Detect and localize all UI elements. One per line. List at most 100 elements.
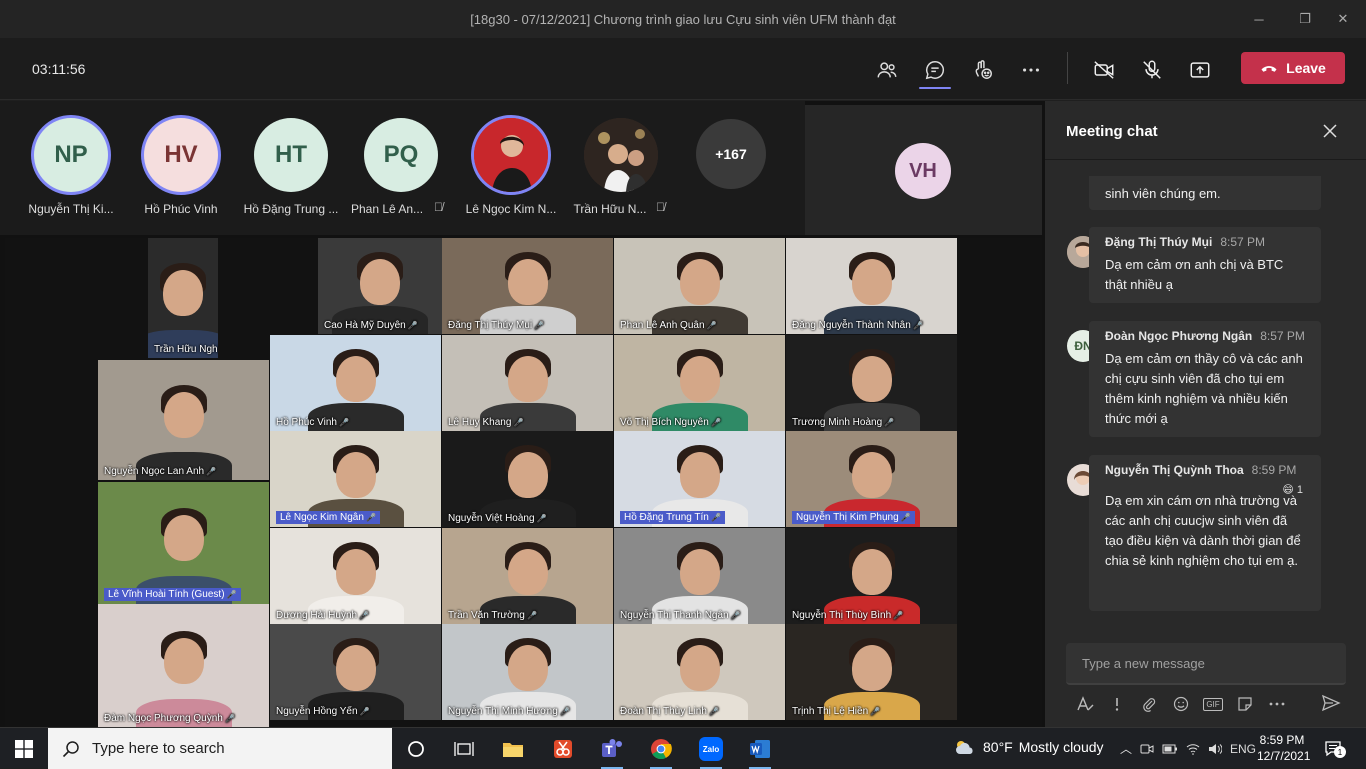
gif-icon[interactable]: GIF [1197,693,1229,715]
video-tile[interactable]: Trịnh Thị Lệ Hiền [786,624,957,720]
video-tile[interactable]: Nguyễn Việt Hoàng [442,431,613,527]
person-face [335,645,376,692]
message-composer[interactable] [1066,643,1346,685]
tile-caption: Nguyễn Thị Thùy Bình [792,610,903,621]
tile-caption: Đặng Thị Thúy Mụi [448,320,544,331]
participant-name: Phan Lê An... [350,202,424,216]
roster-person[interactable]: HT Hồ Đặng Trung ... [236,118,346,228]
chrome-icon[interactable] [646,734,676,769]
teams-icon[interactable] [597,734,627,769]
more-icon[interactable] [1261,693,1293,715]
sticker-icon[interactable] [1229,693,1261,715]
close-icon [1323,124,1337,138]
urgent-icon[interactable] [1101,693,1133,715]
wifi-icon[interactable] [1186,743,1200,755]
more-participants-button[interactable]: +167 [696,119,766,189]
person-face [335,549,376,596]
video-tile[interactable]: Nguyễn Thị Thùy Bình [786,528,957,624]
participants-icon[interactable] [874,57,900,83]
video-tile[interactable]: Nguyễn Hồng Yến [270,624,441,720]
video-tile[interactable]: Lê Huy Khang [442,335,613,431]
leave-label: Leave [1286,60,1326,76]
video-tile[interactable]: Đoàn Thị Thùy Linh [614,624,785,720]
windows-taskbar: Type here to search Zalo 80°F Mostly clo… [0,727,1366,769]
minimize-button[interactable]: ─ [1236,0,1282,38]
cortana-icon[interactable] [401,734,431,764]
reactions-icon[interactable] [970,57,996,83]
file-explorer-icon[interactable] [498,734,528,764]
attach-icon[interactable] [1133,693,1165,715]
video-tile[interactable]: Phan Lê Anh Quân [614,238,785,334]
snipping-tool-icon[interactable] [548,734,578,764]
close-window-button[interactable]: ✕ [1320,0,1366,38]
chat-icon[interactable] [922,57,948,83]
featured-participant-tile[interactable]: VH [805,105,1042,235]
roster-person[interactable]: NP Nguyễn Thị Ki... [16,118,126,228]
roster-person[interactable]: Lê Ngọc Kim N... [456,118,566,228]
tile-caption: Trần Hữu Nghị [154,344,218,355]
video-tile[interactable]: Lê Ngọc Kim Ngân [270,431,441,527]
share-icon[interactable] [1187,57,1213,83]
video-tile[interactable]: Võ Thị Bích Nguyên [614,335,785,431]
participant-roster: NP Nguyễn Thị Ki... HV Hồ Phúc Vinh HT H… [0,101,805,235]
participant-name: Lê Ngọc Kim N... [465,202,557,216]
weather-widget[interactable]: 80°F Mostly cloudy [953,738,1104,756]
start-button[interactable] [0,728,48,769]
mic-off-icon[interactable] [1139,57,1165,83]
format-icon[interactable] [1069,693,1101,715]
video-tile[interactable]: Nguyễn Thị Thanh Ngân [614,528,785,624]
shared-video: Trần Hữu Nghị Cao Hà Mỹ Duyên Đặng Thị Thú… [5,238,1042,727]
tile-caption: Lê Huy Khang [448,417,524,428]
message-reaction[interactable]: 😄 1 [1282,483,1303,496]
taskbar-clock[interactable]: 8:59 PM 12/7/2021 [1257,732,1310,764]
video-tile[interactable]: Đàm Ngọc Phương Quỳnh [98,604,269,727]
title-bar: [18g30 - 07/12/2021] Chương trình giao l… [0,0,1366,38]
roster-person[interactable]: PQ Phan Lê An... 🎙̸ [346,118,456,228]
video-tile[interactable]: Trần Hữu Nghị [148,238,218,358]
tile-caption: Nguyễn Ngọc Lan Anh [104,466,216,477]
video-tile[interactable]: Nguyễn Ngọc Lan Anh [98,360,269,480]
tile-caption: Đoàn Thị Thùy Linh [620,706,719,717]
roster-person[interactable]: HV Hồ Phúc Vinh [126,118,236,228]
video-tile[interactable]: Nguyễn Thị Minh Hương [442,624,613,720]
chat-message-list[interactable]: sinh viên chúng em. Đặng Thị Thúy Mụi 8:5… [1045,176,1366,632]
video-tile[interactable]: Lê Vĩnh Hoài Tính (Guest) [98,482,269,604]
message-input[interactable] [1082,655,1330,671]
video-tile[interactable]: Cao Hà Mỹ Duyên [318,238,442,334]
zalo-icon[interactable]: Zalo [696,734,726,769]
mic-off-icon: 🎙̸ [656,200,665,214]
tile-caption: Trịnh Thị Lệ Hiền [792,706,880,717]
avatar: HV [144,118,218,192]
volume-icon[interactable] [1208,743,1223,755]
window-title: [18g30 - 07/12/2021] Chương trình giao l… [470,11,896,27]
windows-logo-icon [15,739,33,758]
taskbar-search[interactable]: Type here to search [48,728,392,769]
message-body: Dạ em xin cám ơn nhà trường và các anh c… [1105,493,1301,568]
video-tile[interactable]: Nguyễn Thị Kim Phụng [786,431,957,527]
language-indicator[interactable]: ENG [1230,742,1256,756]
tile-caption: Nguyễn Thị Thanh Ngân [620,610,741,621]
video-tile[interactable]: Hồ Phúc Vinh [270,335,441,431]
video-tile[interactable]: Hồ Đặng Trung Tín [614,431,785,527]
more-icon[interactable] [1018,57,1044,83]
camera-off-icon[interactable] [1091,57,1117,83]
word-icon[interactable] [745,734,775,769]
task-view-icon[interactable] [449,734,479,764]
roster-person[interactable]: Trần Hữu N... 🎙̸ [566,118,676,228]
send-button[interactable] [1321,693,1343,715]
close-chat-button[interactable] [1319,120,1341,142]
chevron-up-icon[interactable]: ︿ [1120,740,1132,757]
leave-button[interactable]: Leave [1241,52,1345,84]
chat-title: Meeting chat [1066,123,1158,140]
battery-icon[interactable] [1162,743,1178,755]
video-tile[interactable]: Đặng Thị Thúy Mụi [442,238,613,334]
video-tile[interactable]: Trần Văn Trường [442,528,613,624]
video-tile[interactable]: Trương Minh Hoàng [786,335,957,431]
video-tile[interactable]: Đặng Nguyễn Thành Nhân [786,238,957,334]
video-tile[interactable]: Dương Hải Huỳnh [270,528,441,624]
emoji-icon[interactable] [1165,693,1197,715]
message-body: Dạ em cảm ơn anh chị và BTC thật nhiều ạ [1105,257,1284,292]
notification-center-button[interactable]: 1 [1322,738,1346,760]
tile-caption: Lê Vĩnh Hoài Tính (Guest) [104,588,241,601]
meet-now-icon[interactable] [1140,742,1154,756]
